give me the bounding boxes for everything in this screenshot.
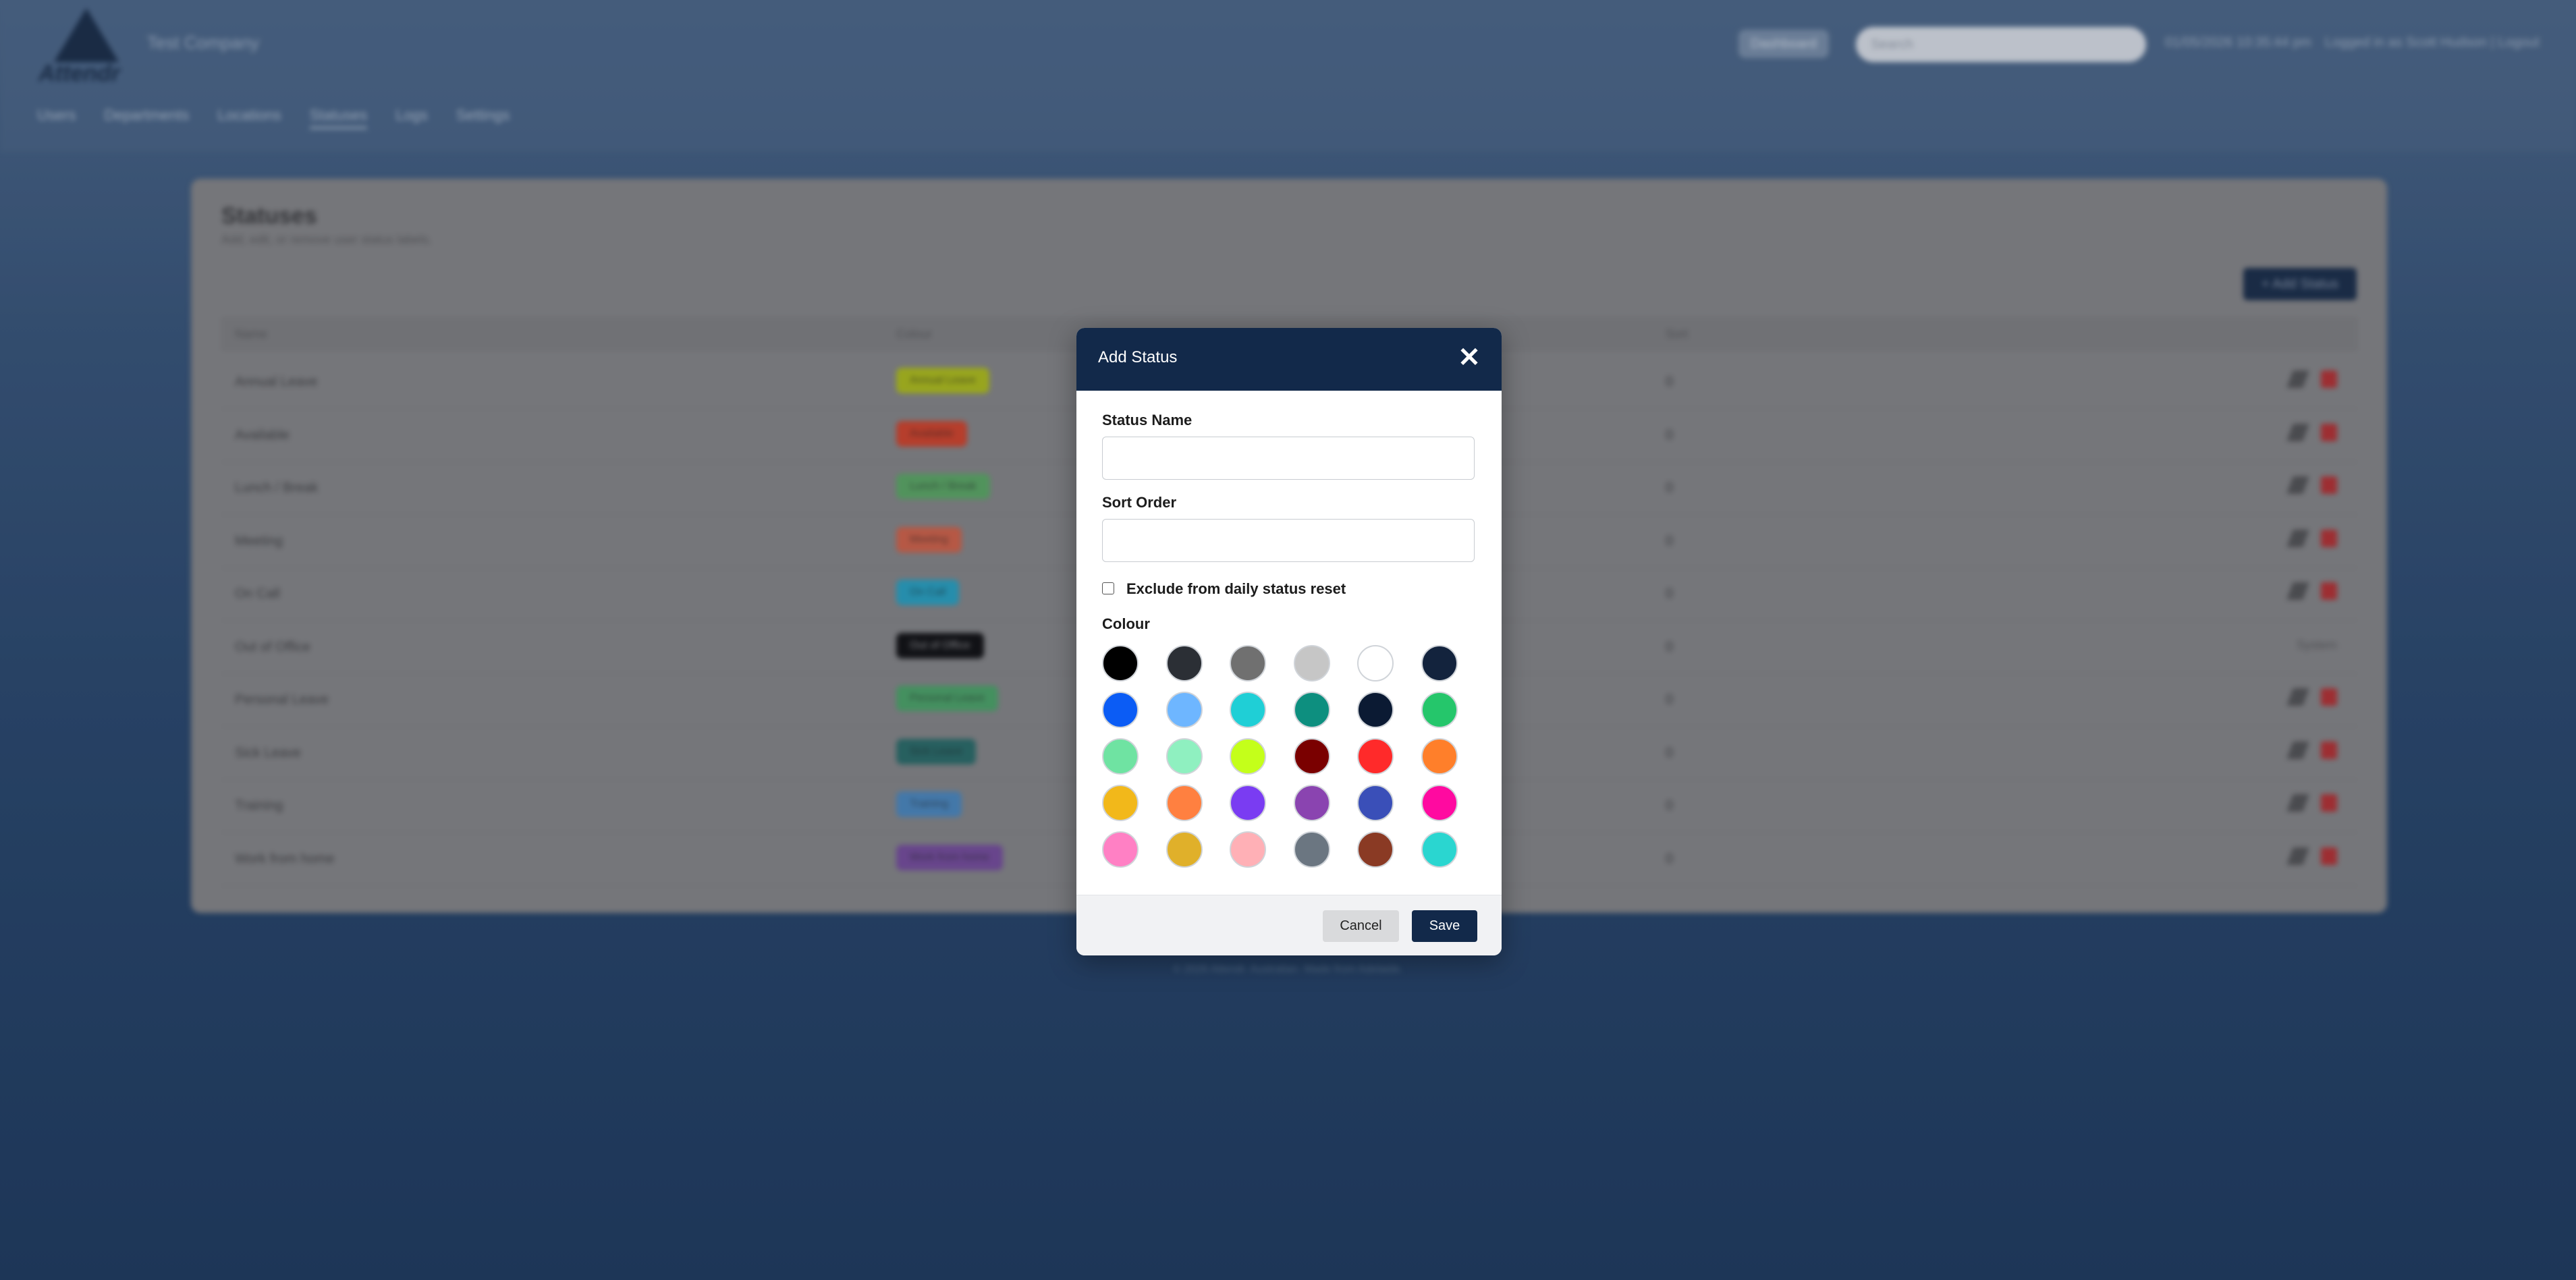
- colour-swatch[interactable]: [1230, 785, 1266, 821]
- sort-order-label: Sort Order: [1102, 494, 1177, 511]
- colour-swatch[interactable]: [1166, 831, 1203, 868]
- colour-swatch[interactable]: [1102, 831, 1139, 868]
- colour-swatch[interactable]: [1102, 738, 1139, 775]
- colour-swatch[interactable]: [1230, 692, 1266, 728]
- sort-order-input[interactable]: [1102, 519, 1475, 562]
- colour-swatch[interactable]: [1421, 738, 1458, 775]
- colour-swatch[interactable]: [1102, 785, 1139, 821]
- status-name-input[interactable]: [1102, 437, 1475, 480]
- modal-header: Add Status ✕: [1076, 328, 1502, 391]
- modal-footer: Cancel Save: [1076, 895, 1502, 955]
- colour-swatch[interactable]: [1102, 645, 1139, 681]
- colour-swatch[interactable]: [1293, 645, 1330, 681]
- colour-swatch[interactable]: [1230, 645, 1266, 681]
- status-name-label: Status Name: [1102, 412, 1193, 428]
- colour-swatch[interactable]: [1293, 785, 1330, 821]
- close-icon[interactable]: ✕: [1456, 344, 1483, 371]
- colour-swatch[interactable]: [1166, 692, 1203, 728]
- colour-swatch[interactable]: [1102, 692, 1139, 728]
- colour-label: Colour: [1102, 615, 1150, 632]
- colour-swatch[interactable]: [1421, 645, 1458, 681]
- colour-swatch[interactable]: [1357, 645, 1394, 681]
- save-button[interactable]: Save: [1412, 910, 1477, 942]
- add-status-modal: Add Status ✕ Status Name Sort Order Excl…: [1076, 328, 1502, 955]
- exclude-reset-checkbox[interactable]: [1102, 582, 1114, 594]
- colour-swatch[interactable]: [1421, 831, 1458, 868]
- colour-swatch[interactable]: [1357, 831, 1394, 868]
- colour-swatch[interactable]: [1230, 831, 1266, 868]
- colour-swatch[interactable]: [1357, 692, 1394, 728]
- colour-swatch[interactable]: [1357, 785, 1394, 821]
- colour-swatch[interactable]: [1293, 738, 1330, 775]
- modal-title: Add Status: [1098, 348, 1178, 366]
- colour-swatch[interactable]: [1230, 738, 1266, 775]
- colour-swatch[interactable]: [1166, 785, 1203, 821]
- exclude-reset-label[interactable]: Exclude from daily status reset: [1126, 580, 1346, 598]
- cancel-button[interactable]: Cancel: [1323, 910, 1399, 942]
- colour-swatch[interactable]: [1421, 692, 1458, 728]
- colour-swatch[interactable]: [1166, 645, 1203, 681]
- colour-swatch[interactable]: [1166, 738, 1203, 775]
- colour-swatch[interactable]: [1293, 692, 1330, 728]
- colour-swatch[interactable]: [1293, 831, 1330, 868]
- colour-swatch[interactable]: [1357, 738, 1394, 775]
- colour-swatch[interactable]: [1421, 785, 1458, 821]
